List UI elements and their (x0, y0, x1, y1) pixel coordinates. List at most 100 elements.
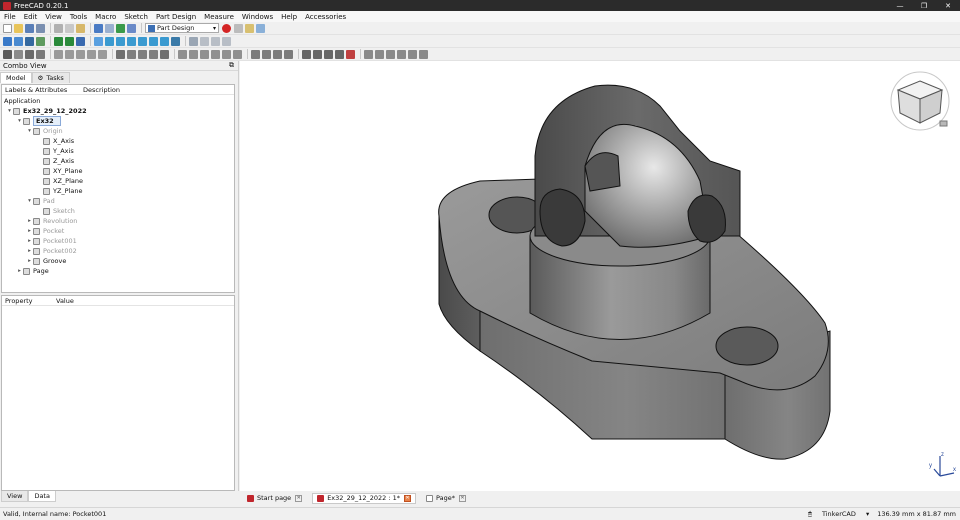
new-file-icon[interactable] (3, 23, 12, 33)
mirrored-icon[interactable] (251, 49, 260, 59)
fillet-icon[interactable] (302, 49, 311, 59)
cut-icon[interactable] (54, 23, 63, 33)
tree-item-z-axis[interactable]: Z_Axis (2, 156, 234, 166)
stop-macro-icon[interactable] (234, 23, 243, 33)
close-tab-icon[interactable]: ✕ (458, 494, 466, 502)
expand-arrow-icon[interactable]: ▸ (26, 228, 33, 234)
tab-view[interactable]: View (1, 491, 29, 502)
linear-pattern-icon[interactable] (262, 49, 271, 59)
validate-sketch-icon[interactable] (25, 49, 34, 59)
link-icon[interactable] (76, 36, 85, 46)
tree-item-x-axis[interactable]: X_Axis (2, 136, 234, 146)
part-icon[interactable] (189, 36, 198, 46)
tree-item-xy-plane[interactable]: XY_Plane (2, 166, 234, 176)
measure-distance-icon[interactable] (171, 36, 180, 46)
workbench-selector[interactable]: Part Design ▾ (145, 23, 219, 33)
isometric-view-icon[interactable] (94, 36, 103, 46)
subtractive-loft-icon[interactable] (211, 49, 220, 59)
expand-arrow-icon[interactable]: ▾ (6, 108, 13, 114)
tree-item-groove[interactable]: ▸ Groove (2, 256, 234, 266)
macros-icon[interactable] (245, 23, 254, 33)
tree-item-revolution[interactable]: ▸ Revolution (2, 216, 234, 226)
tree-item-pocket[interactable]: ▸ Pocket (2, 226, 234, 236)
base-hole-right[interactable] (715, 326, 779, 366)
fit-selection-icon[interactable] (14, 36, 23, 46)
minimize-button[interactable]: — (888, 0, 912, 11)
close-button[interactable]: ✕ (936, 0, 960, 11)
loft-icon[interactable] (138, 49, 147, 59)
attach-sketch-icon[interactable] (36, 49, 45, 59)
3d-model-canvas[interactable]: z x y (240, 61, 960, 491)
multi-transform-icon[interactable] (284, 49, 293, 59)
menu-sketch[interactable]: Sketch (124, 13, 148, 21)
save-as-icon[interactable] (36, 23, 45, 33)
3d-viewport[interactable]: z x y (240, 61, 960, 491)
menu-windows[interactable]: Windows (242, 13, 273, 21)
tree-item-page[interactable]: ▸ Page (2, 266, 234, 276)
menu-edit[interactable]: Edit (24, 13, 38, 21)
thickness-icon[interactable] (335, 49, 344, 59)
measure-linear-icon[interactable] (364, 49, 373, 59)
tree-item-y-axis[interactable]: Y_Axis (2, 146, 234, 156)
tree-item-ex32-29-12-2022[interactable]: ▾ Ex32_29_12_2022 (2, 106, 234, 116)
pad-icon[interactable] (116, 49, 125, 59)
menu-help[interactable]: Help (281, 13, 297, 21)
expand-arrow-icon[interactable]: ▸ (26, 238, 33, 244)
draft-icon[interactable] (324, 49, 333, 59)
shape-binder-icon[interactable] (98, 49, 107, 59)
undock-icon[interactable]: ⧉ (229, 61, 234, 70)
pocket-icon[interactable] (178, 49, 187, 59)
pipe-icon[interactable] (149, 49, 158, 59)
local-cs-icon[interactable] (87, 49, 96, 59)
measure-angular-icon[interactable] (375, 49, 384, 59)
top-view-icon[interactable] (116, 36, 125, 46)
menu-part-design[interactable]: Part Design (156, 13, 196, 21)
bounding-box-icon[interactable] (36, 36, 45, 46)
paste-icon[interactable] (76, 23, 85, 33)
tab-data[interactable]: Data (28, 491, 56, 502)
hole-icon[interactable] (189, 49, 198, 59)
undo-icon[interactable] (94, 23, 103, 33)
menu-file[interactable]: File (4, 13, 16, 21)
group-icon[interactable] (200, 36, 209, 46)
expand-arrow-icon[interactable]: ▸ (26, 248, 33, 254)
tab-model[interactable]: Model (0, 72, 32, 83)
menu-view[interactable]: View (45, 13, 62, 21)
right-view-icon[interactable] (127, 36, 136, 46)
polar-pattern-icon[interactable] (273, 49, 282, 59)
tree-item-origin[interactable]: ▾ Origin (2, 126, 234, 136)
tree-item-xz-plane[interactable]: XZ_Plane (2, 176, 234, 186)
forward-icon[interactable] (65, 36, 74, 46)
boolean-icon[interactable] (346, 49, 355, 59)
datum-plane-icon[interactable] (76, 49, 85, 59)
back-icon[interactable] (54, 36, 63, 46)
tab-tasks[interactable]: ⚙ Tasks (31, 72, 70, 83)
clear-measure-icon[interactable] (397, 49, 406, 59)
close-tab-icon[interactable]: ✕ (295, 494, 303, 502)
create-sketch-icon[interactable] (14, 49, 23, 59)
expand-arrow-icon[interactable]: ▾ (16, 118, 23, 124)
datum-line-icon[interactable] (65, 49, 74, 59)
toggle-delta-icon[interactable] (419, 49, 428, 59)
navigation-cube[interactable] (890, 71, 950, 131)
tree-item-pocket001[interactable]: ▸ Pocket001 (2, 236, 234, 246)
doc-tab-page[interactable]: Page* ✕ (422, 493, 470, 504)
bottom-view-icon[interactable] (149, 36, 158, 46)
rear-view-icon[interactable] (138, 36, 147, 46)
revolution-icon[interactable] (127, 49, 136, 59)
menu-measure[interactable]: Measure (204, 13, 234, 21)
make-sub-link-icon[interactable] (222, 36, 231, 46)
close-tab-icon[interactable]: ✕ (403, 494, 411, 502)
copy-icon[interactable] (65, 23, 74, 33)
record-macro-icon[interactable] (222, 23, 231, 33)
doc-tab-start-page[interactable]: Start page ✕ (243, 493, 306, 504)
restore-button[interactable]: ❐ (912, 0, 936, 11)
menu-accessories[interactable]: Accessories (305, 13, 346, 21)
draw-style-icon[interactable] (25, 36, 34, 46)
subtractive-pipe-icon[interactable] (222, 49, 231, 59)
expand-arrow-icon[interactable]: ▸ (16, 268, 23, 274)
menu-tools[interactable]: Tools (70, 13, 87, 21)
tree-item-pad[interactable]: ▾ Pad (2, 196, 234, 206)
chamfer-icon[interactable] (313, 49, 322, 59)
additive-primitive-icon[interactable] (160, 49, 169, 59)
